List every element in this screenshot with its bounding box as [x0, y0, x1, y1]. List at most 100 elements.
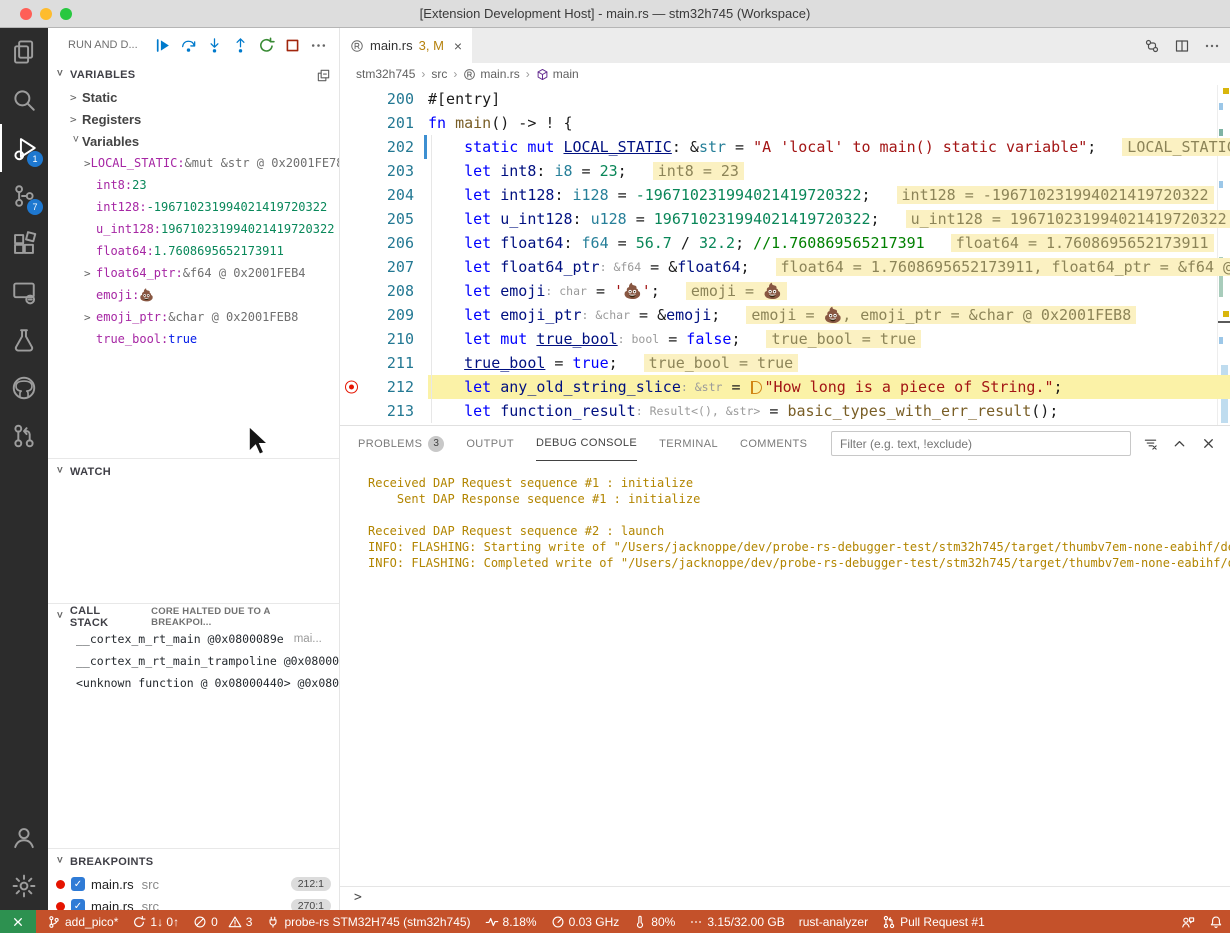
stack-frame[interactable]: __cortex_m_rt_main @0x0800089emai... [48, 628, 339, 650]
status-pull-request-1[interactable]: Pull Request #1 [875, 910, 992, 933]
collapse-all-icon[interactable] [316, 68, 331, 83]
code-line-201[interactable]: 201fn main() -> ! { [340, 111, 1230, 135]
tab-main-rs[interactable]: main.rs 3, M × [340, 28, 472, 63]
variable-row[interactable]: u_int128: 196710231994021419720322 [48, 218, 339, 240]
split-editor-icon[interactable] [1174, 38, 1190, 54]
tab-close-icon[interactable]: × [454, 38, 462, 54]
variable-row[interactable]: true_bool: true [48, 328, 339, 350]
debug-console-input[interactable]: > [340, 886, 1230, 908]
gutter[interactable]: 207 [340, 255, 428, 279]
breadcrumb-item-stm32h745[interactable]: stm32h745 [356, 67, 415, 81]
status-bell[interactable] [1202, 910, 1230, 933]
code-line-205[interactable]: 205 let u_int128: u128 = 196710231994021… [340, 207, 1230, 231]
status-feedback[interactable] [1174, 910, 1202, 933]
status-80[interactable]: 80% [626, 910, 682, 933]
gutter[interactable]: 211 [340, 351, 428, 375]
call-stack-header[interactable]: >CALL STACKCORE HALTED DUE TO A BREAKPOI… [48, 604, 339, 628]
gutter[interactable]: 209 [340, 303, 428, 327]
activity-item-accounts[interactable] [0, 814, 48, 862]
variable-row[interactable]: >LOCAL_STATIC: &mut &str @ 0x2001FE78 [48, 152, 339, 174]
breadcrumb-item-main-rs[interactable]: main.rs [463, 67, 519, 81]
variable-row[interactable]: >emoji_ptr: &char @ 0x2001FEB8 [48, 306, 339, 328]
step-out-button[interactable] [229, 33, 253, 57]
status-remote-indicator[interactable] [0, 910, 36, 933]
panel-tab-comments[interactable]: COMMENTS [740, 426, 807, 461]
activity-item-testing[interactable] [0, 316, 48, 364]
activity-item-settings[interactable] [0, 862, 48, 910]
breakpoint-checkbox[interactable]: ✓ [71, 899, 85, 910]
gutter[interactable]: 203 [340, 159, 428, 183]
variables-header[interactable]: >VARIABLES [48, 62, 339, 86]
zoom-window-button[interactable] [60, 8, 72, 20]
close-icon[interactable] [1201, 436, 1216, 451]
status-add-pico[interactable]: add_pico* [40, 910, 125, 933]
activity-item-run-and-debug[interactable]: 1 [0, 124, 48, 172]
activity-item-source-control[interactable]: 7 [0, 172, 48, 220]
variables-group-variables[interactable]: >Variables [48, 130, 339, 152]
gutter[interactable]: 213 [340, 399, 428, 423]
code-line-203[interactable]: 203 let int8: i8 = 23;int8 = 23 [340, 159, 1230, 183]
code-line-207[interactable]: 207 let float64_ptr: &f64 = &float64;flo… [340, 255, 1230, 279]
variable-row[interactable]: int8: 23 [48, 174, 339, 196]
gutter[interactable]: 202 [340, 135, 428, 159]
code-editor[interactable]: 200#[entry]201fn main() -> ! {202 static… [340, 85, 1230, 425]
variables-group-static[interactable]: >Static [48, 86, 339, 108]
status-probe-rs-stm32h745-stm32h745[interactable]: probe-rs STM32H745 (stm32h745) [259, 910, 477, 933]
activity-item-github-pull-requests[interactable] [0, 412, 48, 460]
activity-item-search[interactable] [0, 76, 48, 124]
breadcrumb-item-main[interactable]: main [536, 67, 579, 81]
stack-frame[interactable]: __cortex_m_rt_main_trampoline @0x0800081 [48, 650, 339, 672]
stack-frame[interactable]: <unknown function @ 0x08000440> @0x08000 [48, 672, 339, 694]
restart-button[interactable] [255, 33, 279, 57]
lightbulb-icon[interactable] [432, 380, 446, 394]
status-0[interactable]: 03 [186, 910, 259, 933]
console-filter-input[interactable] [831, 431, 1131, 456]
continue-button[interactable] [151, 33, 175, 57]
status-rust-analyzer[interactable]: rust-analyzer [792, 910, 875, 933]
filter-icon[interactable] [1143, 436, 1158, 451]
status-0-03-ghz[interactable]: 0.03 GHz [544, 910, 627, 933]
code-line-213[interactable]: 213 let function_result: Result<(), &str… [340, 399, 1230, 423]
code-line-206[interactable]: 206 let float64: f64 = 56.7 / 32.2; //1.… [340, 231, 1230, 255]
chevron-up-icon[interactable] [1172, 436, 1187, 451]
code-line-204[interactable]: 204 let int128: i128 = -1967102319940214… [340, 183, 1230, 207]
variable-row[interactable]: >float64_ptr: &f64 @ 0x2001FEB4 [48, 262, 339, 284]
gutter[interactable]: 204 [340, 183, 428, 207]
gutter[interactable]: 206 [340, 231, 428, 255]
code-line-209[interactable]: 209 let emoji_ptr: &char = &emoji;emoji … [340, 303, 1230, 327]
stop-button[interactable] [281, 33, 305, 57]
gutter[interactable]: 212 [340, 375, 428, 399]
activity-item-remote-explorer[interactable] [0, 268, 48, 316]
variable-row[interactable]: float64: 1.7608695652173911 [48, 240, 339, 262]
variables-group-registers[interactable]: >Registers [48, 108, 339, 130]
breadcrumb-item-src[interactable]: src [431, 67, 447, 81]
gutter[interactable]: 208 [340, 279, 428, 303]
panel-tab-debug-console[interactable]: DEBUG CONSOLE [536, 426, 637, 461]
step-into-button[interactable] [203, 33, 227, 57]
status-1-0[interactable]: 1↓ 0↑ [125, 910, 186, 933]
gutter[interactable]: 205 [340, 207, 428, 231]
code-line-212[interactable]: 212 let any_old_string_slice: &str = "Ho… [340, 375, 1230, 399]
breakpoint-checkbox[interactable]: ✓ [71, 877, 85, 891]
breakpoint-row[interactable]: ✓main.rssrc212:1 [48, 873, 339, 895]
more-icon[interactable] [1204, 38, 1220, 54]
step-over-button[interactable] [177, 33, 201, 57]
status-3-15-32-00-gb[interactable]: 3.15/32.00 GB [682, 910, 791, 933]
gutter[interactable]: 200 [340, 87, 428, 111]
activity-item-github[interactable] [0, 364, 48, 412]
code-line-210[interactable]: 210 let mut true_bool: bool = false;true… [340, 327, 1230, 351]
more-button[interactable] [307, 33, 331, 57]
gutter[interactable]: 201 [340, 111, 428, 135]
code-line-202[interactable]: 202 static mut LOCAL_STATIC: &str = "A '… [340, 135, 1230, 159]
variable-row[interactable]: int128: -196710231994021419720322 [48, 196, 339, 218]
breakpoints-header[interactable]: >BREAKPOINTS [48, 849, 339, 873]
open-changes-icon[interactable] [1144, 38, 1160, 54]
activity-item-extensions[interactable] [0, 220, 48, 268]
code-line-200[interactable]: 200#[entry] [340, 87, 1230, 111]
panel-tab-terminal[interactable]: TERMINAL [659, 426, 718, 461]
code-line-208[interactable]: 208 let emoji: char = '💩';emoji = 💩 [340, 279, 1230, 303]
panel-tab-output[interactable]: OUTPUT [466, 426, 514, 461]
breakpoint-row[interactable]: ✓main.rssrc270:1 [48, 895, 339, 910]
watch-header[interactable]: >WATCH [48, 459, 339, 483]
gutter[interactable]: 210 [340, 327, 428, 351]
